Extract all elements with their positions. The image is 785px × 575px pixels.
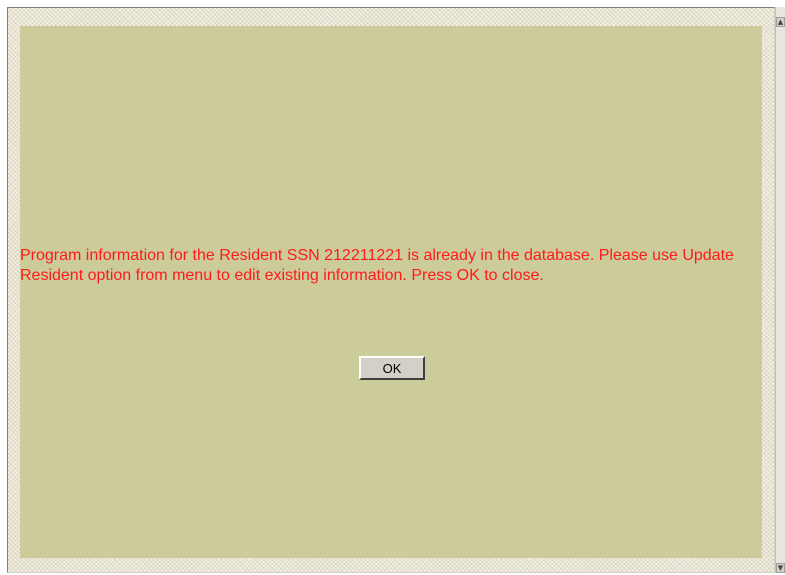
vertical-scrollbar[interactable]: ▲ ▼ <box>775 7 785 573</box>
page-frame: Program information for the Resident SSN… <box>7 7 775 573</box>
scroll-up-icon[interactable]: ▲ <box>776 17 785 27</box>
ok-button[interactable]: OK <box>359 356 425 380</box>
error-message: Program information for the Resident SSN… <box>20 247 734 284</box>
scroll-down-icon[interactable]: ▼ <box>776 563 785 573</box>
browser-window: Program information for the Resident SSN… <box>0 0 785 575</box>
message-panel: Program information for the Resident SSN… <box>20 26 762 558</box>
